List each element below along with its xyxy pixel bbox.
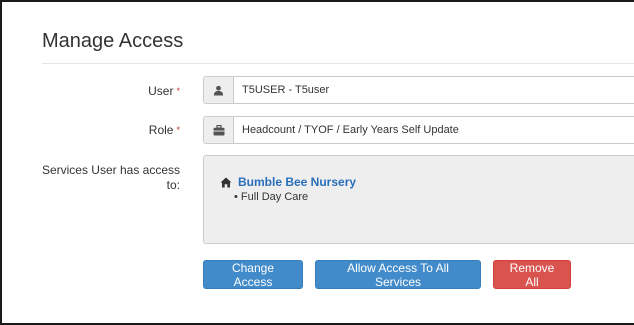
service-sub-item: • Full Day Care bbox=[234, 191, 308, 203]
services-label-line1: Services User has access bbox=[41, 163, 180, 177]
service-item[interactable]: Bumble Bee Nursery bbox=[220, 175, 356, 189]
remove-all-button[interactable]: Remove All bbox=[493, 260, 571, 289]
role-field[interactable]: Headcount / TYOF / Early Years Self Upda… bbox=[233, 116, 634, 144]
role-field-group[interactable]: Headcount / TYOF / Early Years Self Upda… bbox=[203, 116, 634, 144]
role-label: Role * bbox=[102, 123, 180, 137]
change-access-button[interactable]: Change Access bbox=[203, 260, 303, 289]
service-sub-item-label: Full Day Care bbox=[240, 191, 309, 203]
services-label: Services User has access to: bbox=[32, 163, 180, 193]
services-list: Bumble Bee Nursery • Full Day Care bbox=[203, 155, 634, 244]
service-name[interactable]: Bumble Bee Nursery bbox=[238, 175, 356, 189]
manage-access-panel: Manage Access User * T5USER - T5user Role… bbox=[0, 0, 634, 325]
required-mark: * bbox=[176, 125, 180, 135]
home-icon bbox=[220, 177, 232, 188]
required-mark: * bbox=[176, 86, 180, 96]
user-field-group[interactable]: T5USER - T5user bbox=[203, 76, 634, 104]
bullet: • bbox=[234, 191, 241, 203]
user-field[interactable]: T5USER - T5user bbox=[233, 76, 634, 104]
user-label: User * bbox=[102, 84, 180, 98]
role-label-text: Role bbox=[148, 123, 174, 137]
user-label-text: User bbox=[148, 84, 174, 98]
briefcase-icon bbox=[203, 116, 233, 144]
services-label-line2: to: bbox=[166, 178, 180, 192]
allow-all-services-button[interactable]: Allow Access To All Services bbox=[315, 260, 481, 289]
title-divider bbox=[42, 63, 634, 64]
page-title: Manage Access bbox=[42, 30, 184, 52]
user-icon bbox=[203, 76, 233, 104]
